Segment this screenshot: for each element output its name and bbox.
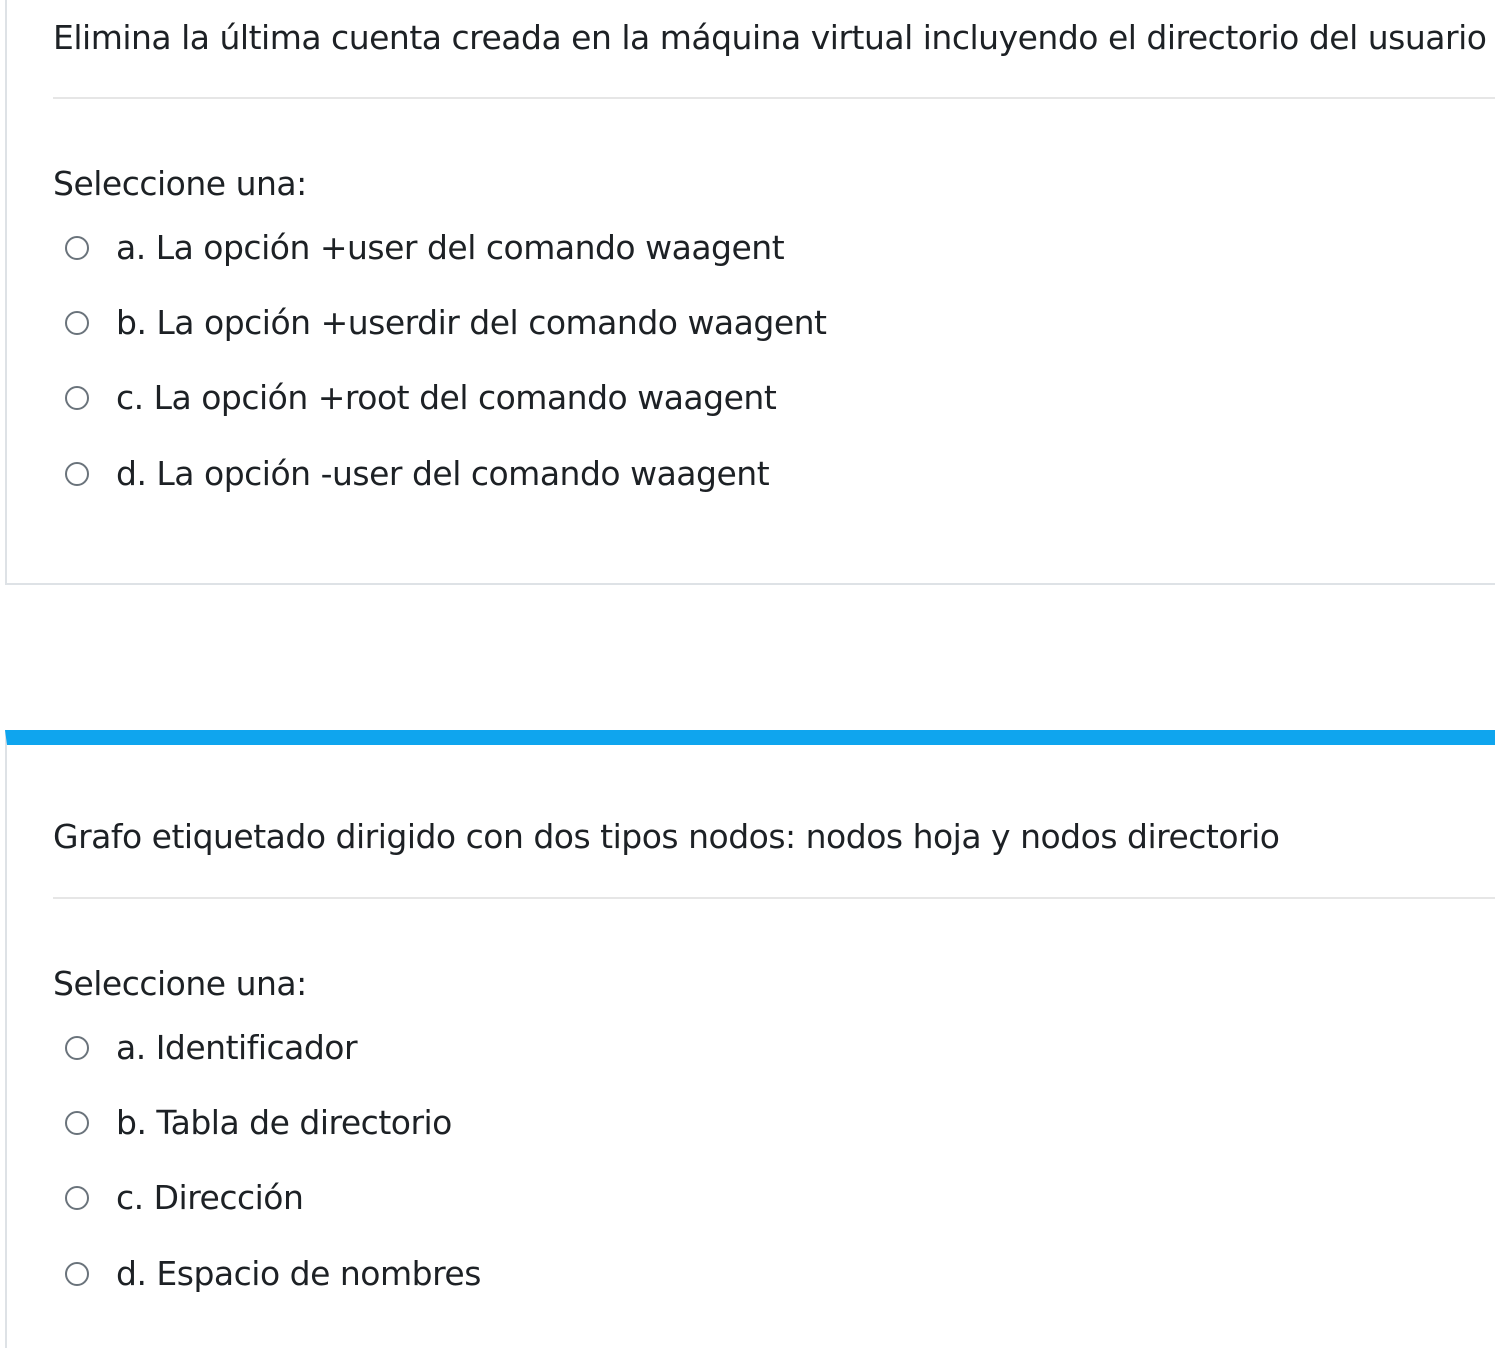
answer-option-c[interactable]: c. La opción +root del comando waagent (65, 373, 777, 423)
radio-button[interactable] (65, 311, 89, 335)
answer-label: c. La opción +root del comando waagent (116, 378, 777, 417)
answer-label: c. Dirección (116, 1178, 304, 1217)
radio-button[interactable] (65, 386, 89, 410)
answer-option-d[interactable]: d. La opción -user del comando waagent (65, 449, 770, 499)
answer-option-b[interactable]: b. Tabla de directorio (65, 1098, 452, 1148)
radio-button[interactable] (65, 1262, 89, 1286)
answer-option-a[interactable]: a. La opción +user del comando waagent (65, 223, 785, 273)
select-one-label: Seleccione una: (53, 164, 307, 203)
select-one-label: Seleccione una: (53, 964, 307, 1003)
question-card-2: Grafo etiquetado dirigido con dos tipos … (5, 730, 1495, 1348)
answer-label: b. Tabla de directorio (116, 1103, 452, 1142)
radio-button[interactable] (65, 462, 89, 486)
answer-label: d. Espacio de nombres (116, 1254, 481, 1293)
radio-button[interactable] (65, 1186, 89, 1210)
answer-option-c[interactable]: c. Dirección (65, 1173, 304, 1223)
answer-label: d. La opción -user del comando waagent (116, 454, 770, 493)
radio-button[interactable] (65, 1111, 89, 1135)
quiz-page: Elimina la última cuenta creada en la má… (0, 0, 1495, 1348)
question-text: Elimina la última cuenta creada en la má… (53, 18, 1487, 57)
radio-button[interactable] (65, 1036, 89, 1060)
divider (53, 97, 1495, 99)
question-text: Grafo etiquetado dirigido con dos tipos … (53, 817, 1280, 856)
answer-label: a. La opción +user del comando waagent (116, 228, 785, 267)
answer-option-d[interactable]: d. Espacio de nombres (65, 1249, 481, 1299)
question-card-1: Elimina la última cuenta creada en la má… (5, 0, 1495, 585)
answer-option-b[interactable]: b. La opción +userdir del comando waagen… (65, 298, 827, 348)
answer-label: b. La opción +userdir del comando waagen… (116, 303, 827, 342)
divider (53, 897, 1495, 899)
answer-label: a. Identificador (116, 1028, 358, 1067)
answer-option-a[interactable]: a. Identificador (65, 1023, 358, 1073)
radio-button[interactable] (65, 236, 89, 260)
